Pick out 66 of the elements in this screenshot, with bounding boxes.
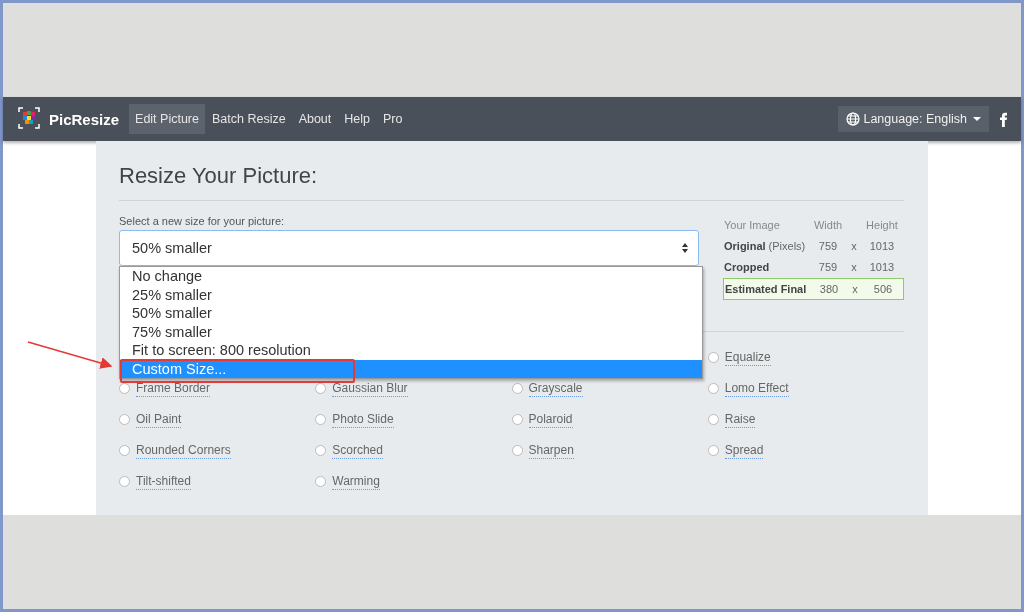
radio-button[interactable] [119, 476, 130, 487]
column-header: Width [812, 219, 844, 231]
radio-button[interactable] [119, 414, 130, 425]
dropdown-option[interactable]: Custom Size... [120, 359, 702, 378]
logo-icon [17, 106, 43, 132]
radio-button[interactable] [707, 414, 719, 425]
effect-label[interactable]: Tilt-shifted [136, 473, 191, 490]
column-header: Your Image [723, 219, 781, 231]
table-cell-text: 1013 [868, 261, 896, 273]
effect-label[interactable]: Frame Border [136, 380, 211, 397]
dropdown-option[interactable]: 75% smaller [120, 322, 702, 341]
radio-button[interactable] [119, 445, 130, 456]
radio-button[interactable] [707, 445, 719, 456]
nav-link[interactable]: Pro [377, 104, 409, 134]
radio-button[interactable] [707, 352, 719, 363]
nav-link[interactable]: Edit Picture [129, 104, 205, 134]
effect-label[interactable]: Scorched [332, 442, 383, 459]
select-label: Select a new size for your picture: [119, 215, 286, 227]
table-cell-text: 1013 [868, 240, 896, 252]
radio-button[interactable] [119, 383, 130, 394]
caret-icon [973, 117, 981, 121]
dropdown-option[interactable]: 50% smaller [120, 304, 702, 323]
effect-label[interactable]: Gaussian Blur [332, 380, 408, 397]
effect-label[interactable]: Grayscale [528, 380, 583, 397]
facebook-icon[interactable] [997, 110, 1009, 128]
effect-label[interactable]: Polaroid [528, 411, 573, 428]
nav-link[interactable]: Batch Resize [205, 104, 292, 134]
column-header: Height [865, 219, 899, 231]
brand-name[interactable]: PicResize [49, 110, 120, 128]
row-label: Cropped [723, 261, 771, 273]
effect-label[interactable]: Sharpen [528, 442, 574, 459]
table-cell-text: x [850, 240, 858, 252]
table-cell-text: 506 [872, 283, 894, 295]
table-cell-text: x [851, 283, 859, 295]
effect-label[interactable]: Spread [724, 442, 764, 459]
table-cell-text: 380 [818, 283, 840, 295]
effect-label[interactable]: Raise [724, 411, 756, 428]
radio-button[interactable] [511, 383, 523, 394]
nav-link[interactable]: Help [338, 104, 376, 134]
row-label: Original (Pixels) [723, 240, 807, 252]
sort-arrows-icon [682, 243, 688, 253]
effect-label[interactable]: Rounded Corners [136, 442, 231, 459]
effect-label[interactable]: Warming [332, 473, 380, 490]
table-cell-text: 759 [817, 240, 839, 252]
effect-label[interactable]: Photo Slide [332, 411, 394, 428]
radio-button[interactable] [315, 445, 327, 456]
page-heading: Resize Your Picture: [119, 162, 319, 190]
effect-label[interactable]: Equalize [724, 349, 771, 366]
nav-link[interactable]: About [292, 104, 338, 134]
dropdown-option[interactable]: 25% smaller [120, 285, 702, 304]
row-label: Estimated Final [724, 283, 808, 295]
radio-button[interactable] [511, 414, 523, 425]
table-cell-text: 759 [817, 261, 839, 273]
radio-button[interactable] [511, 445, 523, 456]
effect-label[interactable]: Lomo Effect [724, 380, 789, 397]
dropdown-option[interactable]: No change [120, 267, 702, 286]
radio-button[interactable] [315, 414, 327, 425]
language-menu[interactable]: Language: English [838, 106, 989, 132]
radio-button[interactable] [707, 383, 719, 394]
radio-button[interactable] [315, 383, 327, 394]
dropdown-option[interactable]: Fit to screen: 800 resolution [120, 341, 702, 360]
size-dropdown[interactable]: 50% smaller [119, 230, 699, 266]
globe-icon [846, 112, 861, 126]
table-cell-text: x [850, 261, 858, 273]
radio-button[interactable] [315, 476, 327, 487]
effect-label[interactable]: Oil Paint [136, 411, 182, 428]
